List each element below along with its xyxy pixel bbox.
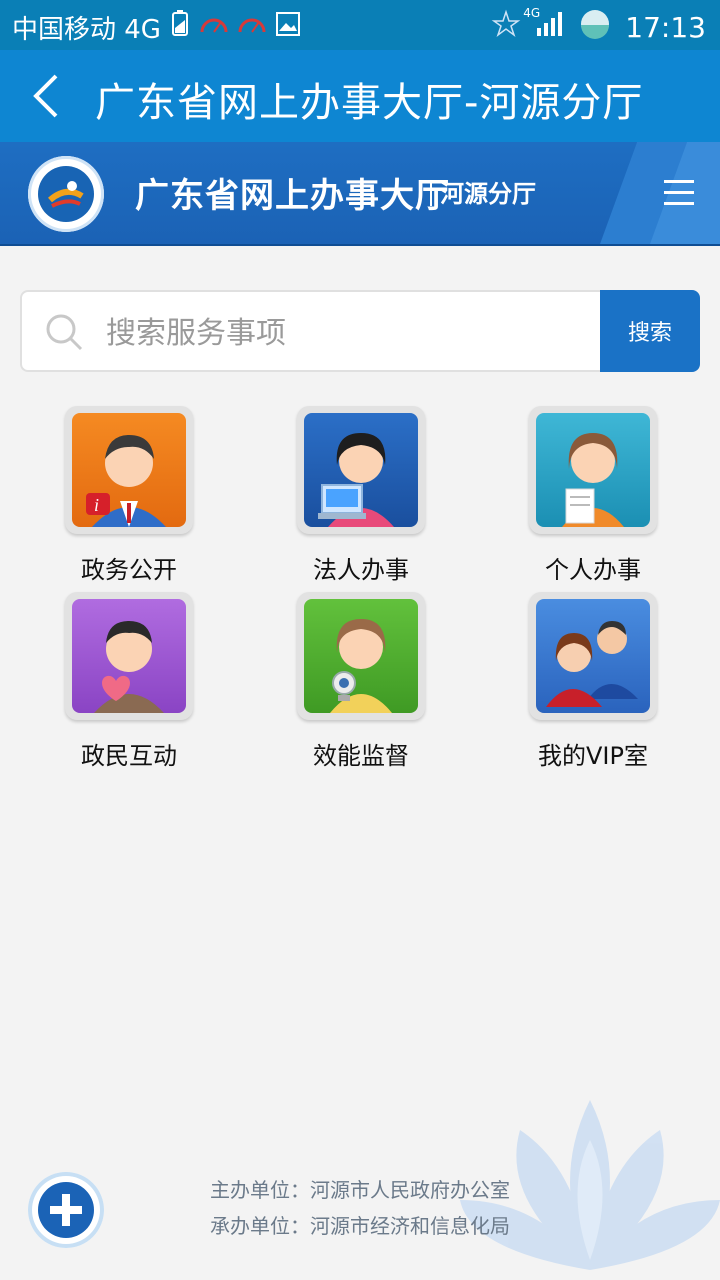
grid-item-personal-services[interactable]: 个人办事 <box>477 406 709 592</box>
tile-frame <box>65 592 193 720</box>
grid-item-label: 我的VIP室 <box>538 742 648 770</box>
female-computer-icon <box>304 413 418 527</box>
footer-host: 主办单位：河源市人民政府办公室 <box>210 1178 510 1202</box>
grid-item-my-vip-room[interactable]: 我的VIP室 <box>477 592 709 778</box>
back-button[interactable] <box>28 68 68 124</box>
hamburger-icon <box>664 180 694 183</box>
footer-organizer: 承办单位：河源市经济和信息化局 <box>210 1214 510 1238</box>
grid-item-efficiency-supervision[interactable]: 效能监督 <box>245 592 477 778</box>
carrier-label: 中国移动 4G <box>12 15 161 45</box>
search-icon <box>46 314 83 351</box>
tile-frame <box>297 592 425 720</box>
grid-item-government-affairs[interactable]: i 政务公开 <box>13 406 245 592</box>
grid-item-label: 政务公开 <box>81 556 177 584</box>
plus-icon <box>50 1194 82 1226</box>
menu-button[interactable] <box>664 180 694 206</box>
logo-emblem-icon <box>42 170 90 218</box>
grid-item-label: 个人办事 <box>545 556 641 584</box>
female-document-icon <box>536 413 650 527</box>
tile-frame <box>529 406 657 534</box>
tile-frame <box>529 592 657 720</box>
vip-couple-icon <box>536 599 650 713</box>
banner-subtitle: 河源分厅 <box>440 180 536 208</box>
network-label: 4G <box>523 6 541 20</box>
grid-item-label: 效能监督 <box>313 742 409 770</box>
site-banner: 广东省网上办事大厅 河源分厅 <box>0 142 720 246</box>
image-notification-icon <box>275 11 301 44</box>
stars-icon <box>491 9 521 46</box>
svg-text:i: i <box>94 495 99 515</box>
speed-gauge-icon <box>199 12 229 43</box>
add-button[interactable] <box>28 1172 104 1248</box>
speed-gauge-icon-2 <box>237 12 267 43</box>
status-bar: 中国移动 4G 4G 17:13 <box>0 0 720 50</box>
grid-item-label: 法人办事 <box>313 556 409 584</box>
male-officer-info-icon: i <box>72 413 186 527</box>
female-camera-icon <box>304 599 418 713</box>
banner-title: 广东省网上办事大厅 <box>135 176 450 216</box>
signal-strength-icon: 4G <box>523 6 565 45</box>
banner-divider <box>430 180 432 206</box>
lotus-watermark-icon <box>460 1100 720 1270</box>
grid-item-public-interaction[interactable]: 政民互动 <box>13 592 245 778</box>
tile-frame: i <box>65 406 193 534</box>
site-logo <box>28 156 104 232</box>
search-button[interactable]: 搜索 <box>600 290 700 372</box>
app-bar: 广东省网上办事大厅-河源分厅 <box>0 50 720 142</box>
grid-item-legal-entity-services[interactable]: 法人办事 <box>245 406 477 592</box>
app-bar-title: 广东省网上办事大厅-河源分厅 <box>95 80 644 126</box>
back-arrow-icon <box>33 74 58 118</box>
search-bar <box>20 290 600 372</box>
battery-saver-icon <box>169 10 191 45</box>
battery-icon <box>579 8 611 47</box>
tile-frame <box>297 406 425 534</box>
male-heart-icon <box>72 599 186 713</box>
search-input[interactable] <box>104 310 588 356</box>
clock: 17:13 <box>625 11 706 44</box>
grid-item-label: 政民互动 <box>81 742 177 770</box>
